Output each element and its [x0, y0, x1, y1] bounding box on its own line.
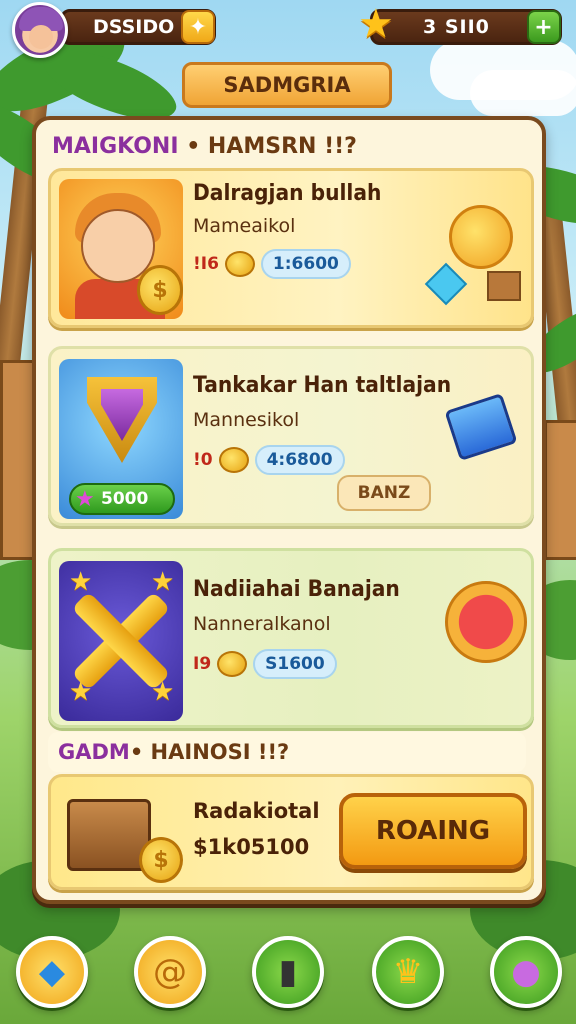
currency-left-value: DSSIDO — [93, 16, 175, 38]
sun-mascot-icon — [449, 205, 513, 269]
card-1-subtitle: Mameaikol — [193, 215, 296, 237]
star-badge-icon: ✦ — [188, 14, 208, 40]
currency-left-pill: DSSIDO ✦ — [60, 9, 216, 45]
section-title-2-text: • HAINOSI !!? — [129, 740, 290, 764]
plus-icon: + — [534, 14, 554, 40]
gem-value: 5000 — [101, 489, 149, 509]
nav-trophy-button[interactable]: ♛ — [372, 936, 444, 1008]
section-title-1: MAIGKONI • HAMSRN !!? — [52, 134, 357, 159]
nav-coin-button[interactable]: @ — [134, 936, 206, 1008]
shop-panel: MAIGKONI • HAMSRN !!? $ Dalragjan bullah… — [32, 116, 546, 904]
shop-card-3[interactable]: ★ ★ ★ ★ Nadiiahai Banajan Nanneralkanol … — [48, 548, 534, 728]
player-avatar[interactable] — [12, 2, 68, 58]
buy-button[interactable]: ROAING — [339, 793, 527, 869]
cross-portrait: ★ ★ ★ ★ — [59, 561, 183, 721]
card-2-badge-button[interactable]: BANZ — [337, 475, 431, 511]
card-3-subtitle: Nanneralkanol — [193, 613, 331, 635]
blue-chest-icon — [444, 393, 518, 461]
card-2-price: 4:6800 — [254, 445, 345, 475]
currency-right-value: 3 SII0 — [423, 16, 490, 38]
section-title-2: GADM • HAINOSI !!? — [48, 732, 526, 772]
coin-icon — [224, 251, 255, 277]
hero-portrait: $ — [59, 179, 183, 319]
coin-icon — [217, 651, 248, 677]
card-3-price: S1600 — [253, 649, 337, 679]
coin-icon: $ — [139, 837, 183, 883]
page-title: SADMGRIA — [182, 62, 392, 108]
nav-orb-button[interactable]: ● — [490, 936, 562, 1008]
orb-icon: ● — [511, 952, 541, 992]
card-2-title: Tankakar Han taltlajan — [193, 373, 452, 398]
card-3-level: I9 — [193, 654, 212, 674]
add-currency-button[interactable]: + — [527, 10, 561, 44]
section-title-1-accent: MAIGKONI — [52, 134, 179, 159]
offer-price: $1k05100 — [193, 835, 310, 859]
trophy-icon: ♛ — [392, 952, 424, 992]
shop-card-1[interactable]: $ Dalragjan bullah Mameaikol !I6 1:6600 — [48, 168, 534, 328]
card-1-title: Dalragjan bullah — [193, 181, 382, 206]
card-2-level: !0 — [193, 450, 213, 470]
phone-icon: ▮ — [278, 952, 298, 992]
nav-phone-button[interactable]: ▮ — [252, 936, 324, 1008]
section-title-2-accent: GADM — [58, 740, 130, 764]
coin-swirl-icon: @ — [153, 952, 187, 992]
coin-add-button[interactable]: ✦ — [181, 10, 215, 44]
crystal-icon — [424, 262, 468, 306]
nav-crystal-button[interactable]: ◆ — [16, 936, 88, 1008]
red-sun-icon — [445, 581, 527, 663]
coin-icon — [218, 447, 249, 473]
section-title-1-text: • HAMSRN !!? — [178, 134, 357, 159]
card-3-title: Nadiiahai Banajan — [193, 577, 400, 602]
card-3-stats: I9 S1600 — [193, 649, 337, 679]
gem-badge: ★ 5000 — [69, 483, 175, 515]
gem-icon: ★ — [75, 487, 95, 512]
card-1-stats: !I6 1:6600 — [193, 249, 351, 279]
shield-portrait: ★ 5000 — [59, 359, 183, 519]
crate-icon — [487, 271, 521, 301]
card-2-subtitle: Mannesikol — [193, 409, 300, 431]
offer-card: $ Radakiotal $1k05100 ROAING — [48, 774, 534, 890]
card-1-price: 1:6600 — [260, 249, 351, 279]
top-bar: DSSIDO ✦ 3 SII0 + ★ — [0, 0, 576, 58]
card-1-level: !I6 — [193, 254, 219, 274]
bottom-nav: ◆ @ ▮ ♛ ● — [0, 928, 576, 1024]
crystal-icon: ◆ — [38, 952, 66, 992]
shop-card-2[interactable]: ★ 5000 Tankakar Han taltlajan Mannesikol… — [48, 346, 534, 526]
star-icon: ★ — [358, 1, 394, 47]
offer-title: Radakiotal — [193, 799, 320, 823]
card-2-stats: !0 4:6800 — [193, 445, 345, 475]
